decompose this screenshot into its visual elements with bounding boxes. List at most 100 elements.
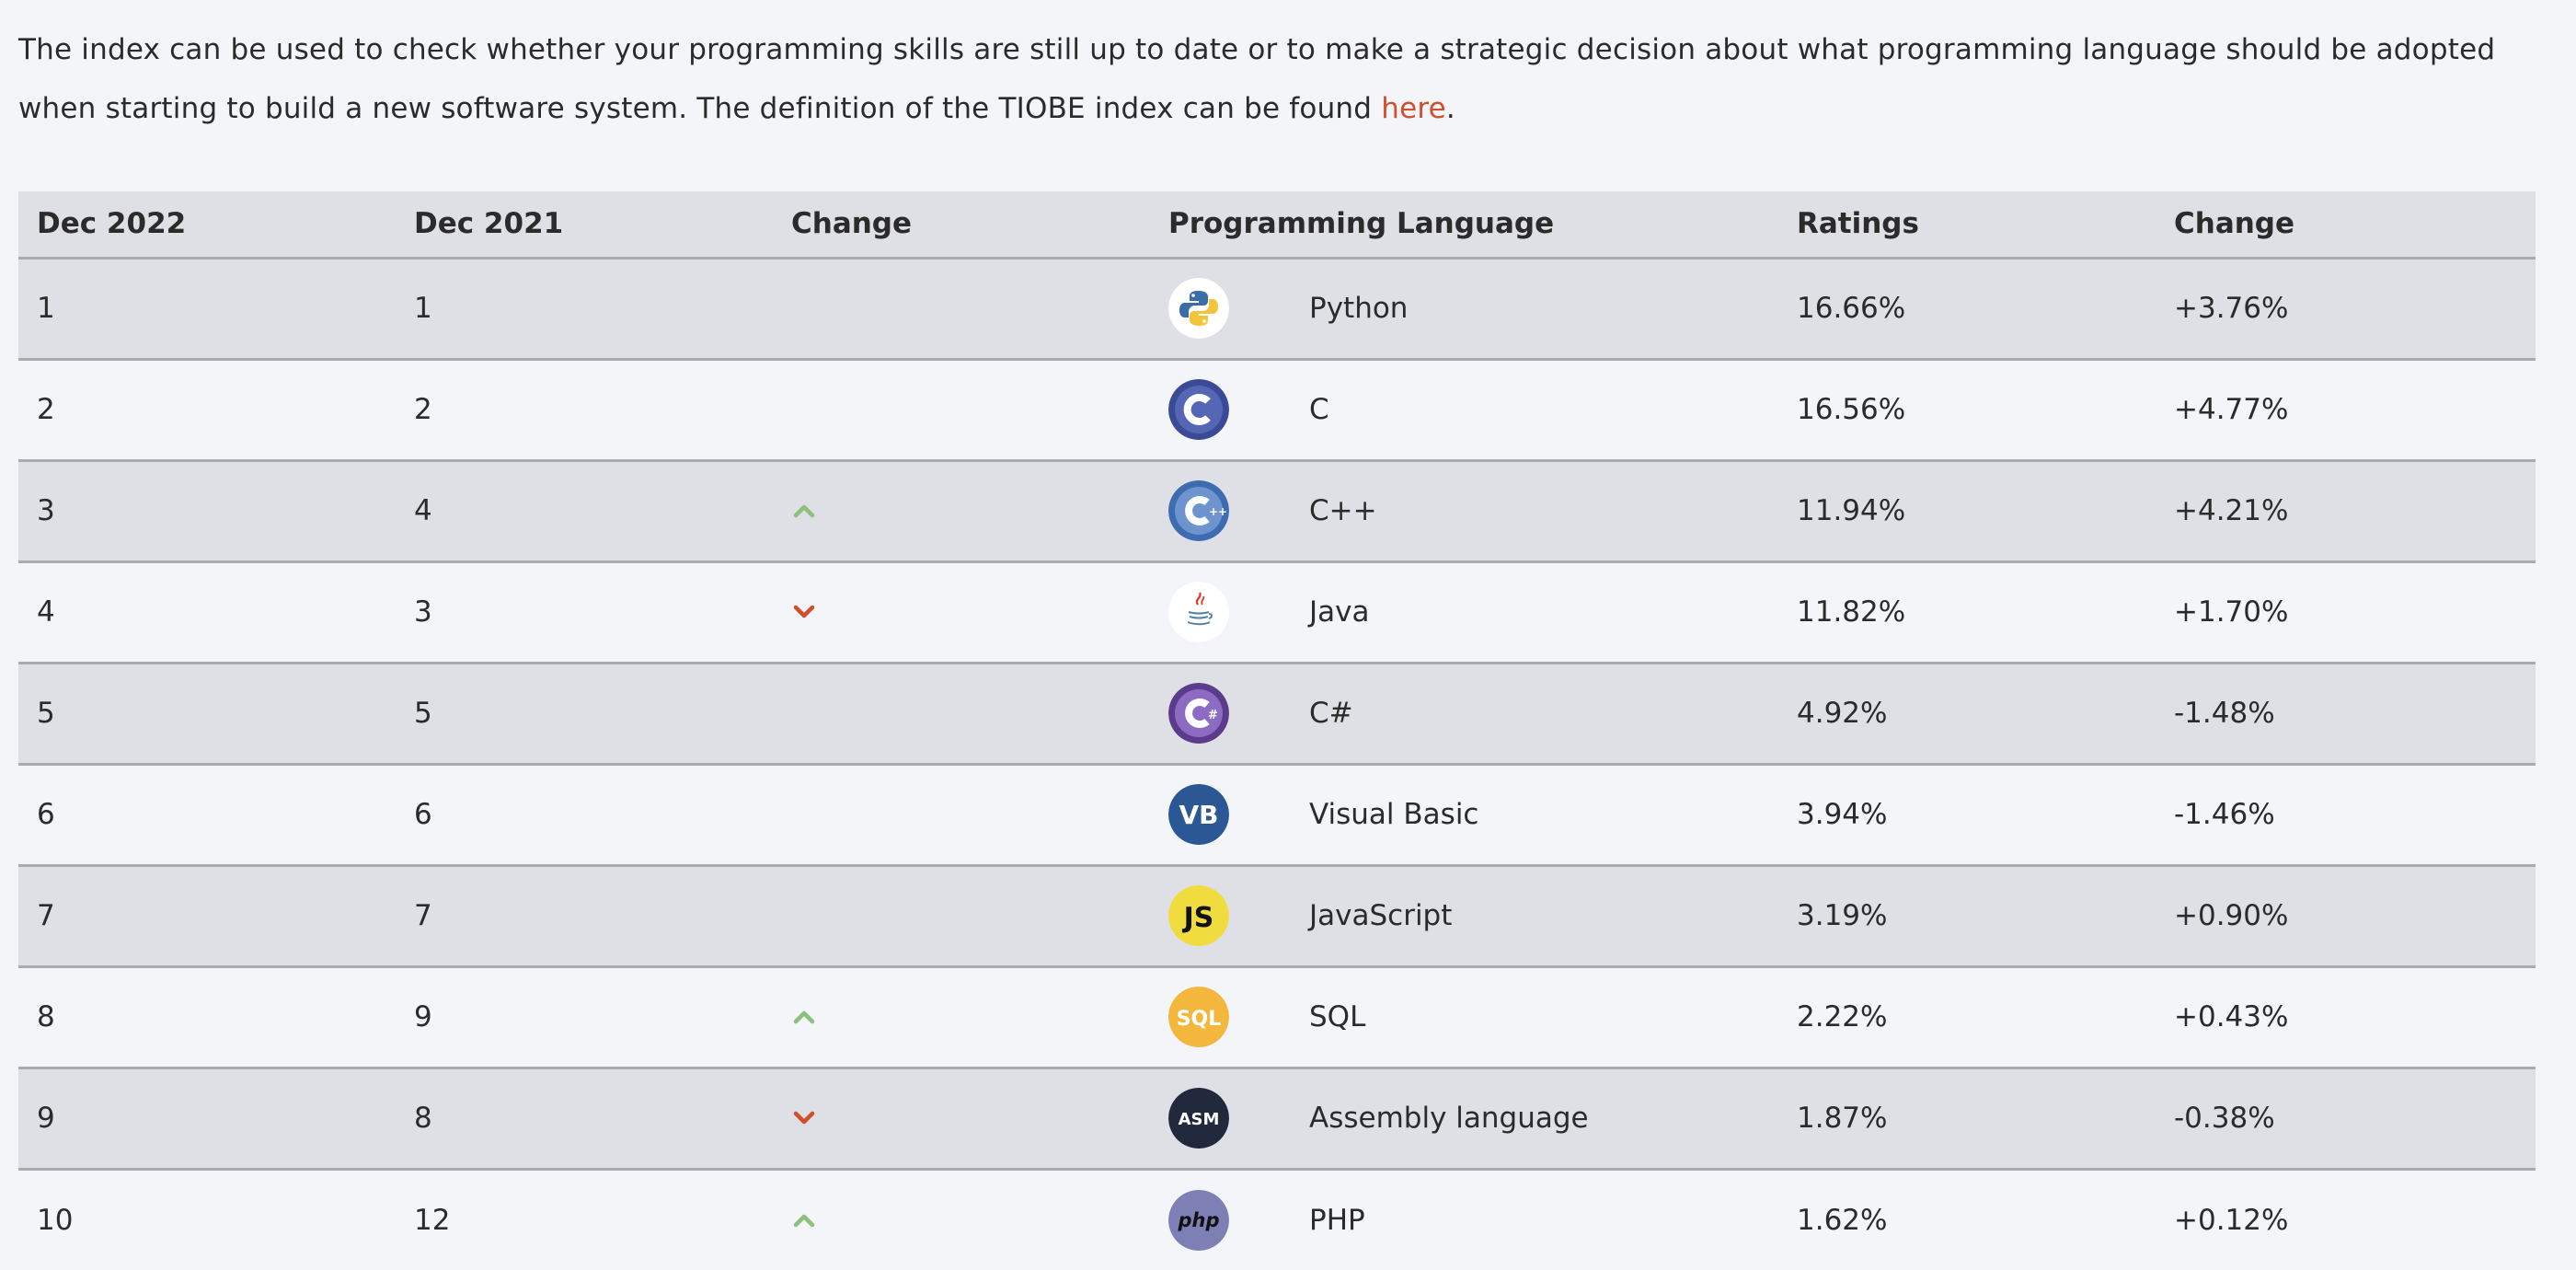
- rank-dec-2021: 4: [396, 460, 773, 563]
- rating-value: 1.87%: [1778, 1068, 2156, 1171]
- language-cell: Python: [1150, 258, 1778, 361]
- table-row: 7 7 JS JavaScript 3.19% +0.90%: [18, 865, 2536, 968]
- rank-change-cell: [773, 764, 1150, 867]
- header-ratings: Ratings: [1778, 191, 2156, 260]
- tiobe-ranking-table: Dec 2022 Dec 2021 Change Programming Lan…: [18, 191, 2536, 1270]
- header-dec-2021: Dec 2021: [396, 191, 773, 260]
- intro-text-end: .: [1445, 92, 1455, 125]
- language-cell: SQL SQL: [1150, 966, 1778, 1069]
- rating-value: 16.66%: [1778, 258, 2156, 361]
- cpp-icon: ++: [1168, 480, 1229, 541]
- table-row: 4 3 Java 11.82% +1.70%: [18, 561, 2536, 664]
- language-name: PHP: [1309, 1203, 1365, 1237]
- rank-dec-2021: 5: [396, 663, 773, 766]
- rank-dec-2021: 9: [396, 966, 773, 1069]
- language-cell: JS JavaScript: [1150, 865, 1778, 968]
- rating-value: 11.82%: [1778, 561, 2156, 664]
- rank-dec-2022: 10: [18, 1169, 396, 1270]
- assembly-icon: ASM: [1168, 1088, 1229, 1149]
- rating-change-value: -1.46%: [2156, 764, 2536, 867]
- language-name: Java: [1309, 595, 1370, 629]
- svg-text:VB: VB: [1179, 800, 1218, 830]
- rating-change-value: +0.90%: [2156, 865, 2536, 968]
- table-row: 1 1 Python 16.66% +3.76%: [18, 258, 2536, 361]
- language-cell: C: [1150, 359, 1778, 462]
- java-icon: [1168, 582, 1229, 642]
- rating-change-value: +0.43%: [2156, 966, 2536, 1069]
- language-cell: # C#: [1150, 663, 1778, 766]
- table-body: 1 1 Python 16.66% +3.76% 2 2 C 16.56% +4.77% 3 4 ++ C…: [18, 258, 2536, 1270]
- rank-dec-2022: 2: [18, 359, 396, 462]
- trend-up-icon: [791, 1000, 817, 1024]
- language-name: C: [1309, 393, 1329, 426]
- intro-paragraph: The index can be used to check whether y…: [18, 0, 2535, 138]
- trend-down-icon: [791, 1102, 817, 1125]
- rating-value: 3.19%: [1778, 865, 2156, 968]
- rating-change-value: +4.77%: [2156, 359, 2536, 462]
- header-programming-language: Programming Language: [1150, 191, 1778, 260]
- language-name: SQL: [1309, 1000, 1366, 1033]
- language-name: Python: [1309, 292, 1409, 325]
- header-change-rank: Change: [773, 191, 1150, 260]
- rank-change-cell: [773, 966, 1150, 1069]
- svg-text:++: ++: [1209, 505, 1227, 518]
- python-icon: [1168, 278, 1229, 339]
- svg-text:#: #: [1208, 709, 1218, 722]
- table-row: 5 5 # C# 4.92% -1.48%: [18, 663, 2536, 766]
- visual-basic-icon: VB: [1168, 784, 1229, 845]
- header-dec-2022: Dec 2022: [18, 191, 396, 260]
- rank-change-cell: [773, 1068, 1150, 1171]
- rank-change-cell: [773, 1169, 1150, 1270]
- svg-text:SQL: SQL: [1177, 1008, 1222, 1031]
- language-name: JavaScript: [1309, 899, 1453, 932]
- sql-icon: SQL: [1168, 987, 1229, 1047]
- javascript-icon: JS: [1168, 885, 1229, 946]
- rating-value: 1.62%: [1778, 1169, 2156, 1270]
- rank-dec-2021: 8: [396, 1068, 773, 1171]
- rank-change-cell: [773, 359, 1150, 462]
- rank-change-cell: [773, 663, 1150, 766]
- definition-link[interactable]: here: [1381, 92, 1446, 125]
- language-name: Assembly language: [1309, 1102, 1589, 1135]
- rank-dec-2022: 8: [18, 966, 396, 1069]
- language-name: C++: [1309, 494, 1377, 527]
- language-cell: ASM Assembly language: [1150, 1068, 1778, 1171]
- rank-dec-2022: 4: [18, 561, 396, 664]
- trend-down-icon: [791, 595, 817, 618]
- rating-value: 3.94%: [1778, 764, 2156, 867]
- svg-text:JS: JS: [1182, 902, 1214, 934]
- intro-text: The index can be used to check whether y…: [18, 33, 2496, 125]
- rating-value: 16.56%: [1778, 359, 2156, 462]
- table-header: Dec 2022 Dec 2021 Change Programming Lan…: [18, 191, 2536, 260]
- table-row: 10 12 php PHP 1.62% +0.12%: [18, 1169, 2536, 1270]
- csharp-icon: #: [1168, 683, 1229, 744]
- rank-change-cell: [773, 865, 1150, 968]
- header-change-rating: Change: [2156, 191, 2536, 260]
- language-cell: php PHP: [1150, 1169, 1778, 1270]
- table-row: 3 4 ++ C++ 11.94% +4.21%: [18, 460, 2536, 563]
- rank-dec-2022: 3: [18, 460, 396, 563]
- rating-change-value: +1.70%: [2156, 561, 2536, 664]
- rating-change-value: +0.12%: [2156, 1169, 2536, 1270]
- rating-change-value: -0.38%: [2156, 1068, 2536, 1171]
- table-row: 6 6 VB Visual Basic 3.94% -1.46%: [18, 764, 2536, 867]
- table-row: 2 2 C 16.56% +4.77%: [18, 359, 2536, 462]
- rank-dec-2021: 1: [396, 258, 773, 361]
- table-row: 8 9 SQL SQL 2.22% +0.43%: [18, 966, 2536, 1069]
- table-row: 9 8 ASM Assembly language 1.87% -0.38%: [18, 1068, 2536, 1171]
- rank-dec-2022: 1: [18, 258, 396, 361]
- rank-dec-2021: 3: [396, 561, 773, 664]
- rank-dec-2022: 9: [18, 1068, 396, 1171]
- language-cell: ++ C++: [1150, 460, 1778, 563]
- page-content: The index can be used to check whether y…: [18, 0, 2536, 1270]
- rating-change-value: +4.21%: [2156, 460, 2536, 563]
- rating-value: 2.22%: [1778, 966, 2156, 1069]
- c-icon: [1168, 379, 1229, 440]
- table-header-row: Dec 2022 Dec 2021 Change Programming Lan…: [18, 191, 2536, 260]
- language-cell: Java: [1150, 561, 1778, 664]
- language-name: Visual Basic: [1309, 798, 1479, 831]
- rating-change-value: +3.76%: [2156, 258, 2536, 361]
- rank-dec-2022: 6: [18, 764, 396, 867]
- rank-dec-2021: 7: [396, 865, 773, 968]
- rank-dec-2021: 6: [396, 764, 773, 867]
